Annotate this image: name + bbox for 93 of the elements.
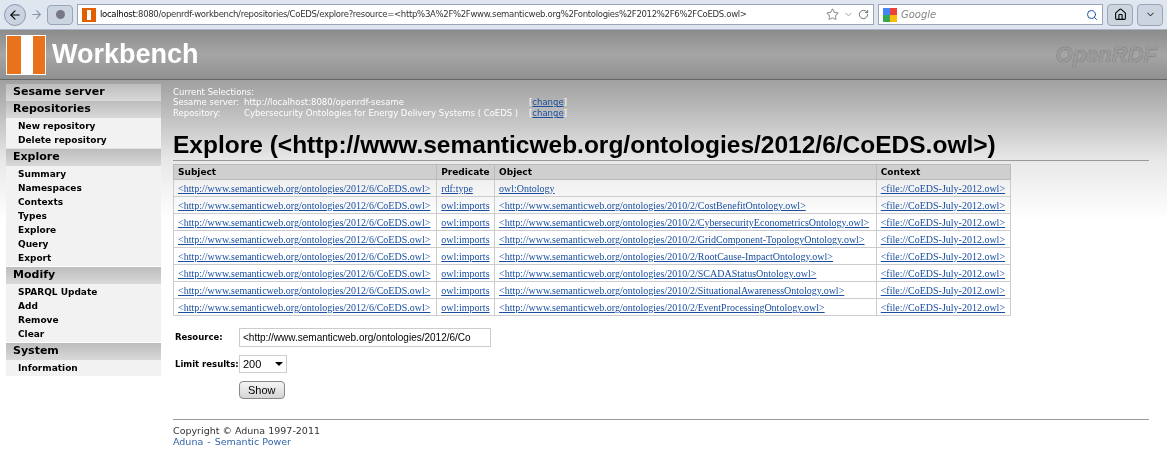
- copyright-text: Copyright © Aduna 1997-2011: [173, 425, 321, 436]
- bookmark-star-icon[interactable]: [826, 8, 839, 21]
- resource-link[interactable]: <http://www.semanticweb.org/ontologies/2012/6/CoEDS.owl>: [178, 251, 431, 262]
- resource-link[interactable]: <file://CoEDS-July-2012.owl>: [880, 200, 1006, 211]
- search-input[interactable]: Google: [901, 7, 1082, 22]
- column-header: Subject: [173, 164, 437, 180]
- bracket-text: ]: [563, 107, 567, 120]
- bracket-text: [: [529, 107, 533, 120]
- resource-link[interactable]: owl:imports: [441, 234, 490, 245]
- resource-link[interactable]: <file://CoEDS-July-2012.owl>: [880, 251, 1006, 262]
- resource-link[interactable]: <http://www.semanticweb.org/ontologies/2010/2/EventProcessingOntology.owl>: [499, 302, 825, 313]
- resource-link[interactable]: <http://www.semanticweb.org/ontologies/2012/6/CoEDS.owl>: [178, 268, 431, 279]
- resource-link[interactable]: <http://www.semanticweb.org/ontologies/2012/6/CoEDS.owl>: [178, 302, 431, 313]
- sidebar-link[interactable]: SPARQL Update: [6, 285, 161, 299]
- column-header: Object: [494, 164, 877, 180]
- resource-link[interactable]: owl:imports: [441, 268, 490, 279]
- logo-icon: [6, 34, 46, 75]
- search-field[interactable]: Google: [878, 4, 1103, 25]
- forward-icon[interactable]: [30, 8, 43, 21]
- resource-link[interactable]: <file://CoEDS-July-2012.owl>: [880, 234, 1006, 245]
- sidebar-section-title: Modify: [6, 267, 161, 284]
- app-title: Workbench: [52, 38, 199, 72]
- sidebar-link[interactable]: Explore: [6, 223, 161, 237]
- sidebar-link[interactable]: Add: [6, 299, 161, 313]
- resource-link[interactable]: <http://www.semanticweb.org/ontologies/2010/2/CostBenefitOntology.owl>: [499, 200, 806, 211]
- resource-link[interactable]: owl:imports: [441, 200, 490, 211]
- search-engine-icon: [883, 7, 897, 22]
- resource-link[interactable]: owl:imports: [441, 302, 490, 313]
- resource-link[interactable]: <file://CoEDS-July-2012.owl>: [880, 268, 1006, 279]
- resource-link[interactable]: owl:imports: [441, 217, 490, 228]
- column-header: Context: [876, 164, 1011, 180]
- sidebar-link[interactable]: Types: [6, 209, 161, 223]
- resource-link[interactable]: owl:imports: [441, 285, 490, 296]
- resource-link[interactable]: <file://CoEDS-July-2012.owl>: [880, 217, 1006, 228]
- sidebar-link[interactable]: New repository: [6, 119, 161, 133]
- sidebar-link[interactable]: Information: [6, 361, 161, 375]
- selection-label: Sesame server:: [173, 96, 241, 109]
- resource-label: Resource:: [174, 331, 224, 344]
- resource-link[interactable]: owl:Ontology: [499, 183, 555, 194]
- dropdown-caret-icon: [275, 362, 283, 366]
- resource-input[interactable]: <http://www.semanticweb.org/ontologies/2012/6/Co: [239, 328, 491, 347]
- sidebar-link[interactable]: Namespaces: [6, 181, 161, 195]
- change-link[interactable]: change: [532, 107, 564, 120]
- sidebar-link[interactable]: Contexts: [6, 195, 161, 209]
- show-button[interactable]: Show: [239, 381, 285, 399]
- selections-heading: Current Selections:: [173, 86, 256, 97]
- address-bar[interactable]: localhost:8080/openrdf-workbench/repositories/CoEDS/explore?resource=<http%3A%2F%2Fwww.semanticweb.org%2Fontologies%2F2012%2F6%2FCoEDS.owl>: [77, 4, 874, 25]
- resource-link[interactable]: <http://www.semanticweb.org/ontologies/2012/6/CoEDS.owl>: [178, 217, 431, 228]
- selection-value: http://localhost:8080/openrdf-sesame: [244, 96, 405, 109]
- back-button[interactable]: [4, 3, 26, 26]
- home-icon: [1113, 8, 1127, 21]
- sidebar-link[interactable]: Summary: [6, 167, 161, 181]
- change-link[interactable]: change: [532, 96, 564, 109]
- resource-link[interactable]: <http://www.semanticweb.org/ontologies/2012/6/CoEDS.owl>: [178, 200, 431, 211]
- bracket-text: ]: [563, 96, 567, 109]
- separator-text: -: [207, 436, 211, 447]
- column-header: Predicate: [436, 164, 495, 180]
- url-text: localhost:8080/openrdf-workbench/repositories/CoEDS/explore?resource=<http%3A%2F%2Fwww.semanticweb.org%2Fontologies%2F2012%2F6%2FCoEDS.owl>: [100, 8, 747, 21]
- resource-link[interactable]: <http://www.semanticweb.org/ontologies/2010/2/GridComponent-TopologyOntology.owl>: [499, 234, 865, 245]
- selection-label: Repository:: [173, 107, 222, 120]
- sidebar-link[interactable]: Export: [6, 251, 161, 265]
- resource-link[interactable]: <file://CoEDS-July-2012.owl>: [880, 183, 1006, 194]
- resource-link[interactable]: <http://www.semanticweb.org/ontologies/2012/6/CoEDS.owl>: [178, 183, 431, 194]
- sidebar-section-title: Repositories: [6, 101, 161, 118]
- resource-link[interactable]: <http://www.semanticweb.org/ontologies/2010/2/SituationalAwarenessOntology.owl>: [499, 285, 845, 296]
- limit-select[interactable]: 200: [239, 355, 287, 373]
- page-title: Explore (<http://www.semanticweb.org/ontologies/2012/6/CoEDS.owl>): [173, 130, 1149, 161]
- site-identity-button[interactable]: [47, 4, 73, 25]
- sidebar-section-title: Explore: [6, 149, 161, 166]
- semantic-power-link[interactable]: Semantic Power: [214, 436, 291, 447]
- site-icon: [82, 7, 96, 22]
- resource-link[interactable]: <http://www.semanticweb.org/ontologies/2012/6/CoEDS.owl>: [178, 285, 431, 296]
- resource-link[interactable]: <http://www.semanticweb.org/ontologies/2010/2/CybersecurityEconometricsOntology.owl>: [499, 217, 870, 228]
- sidebar-section-title: System: [6, 343, 161, 360]
- aduna-link[interactable]: Aduna: [173, 436, 204, 447]
- resource-link[interactable]: <file://CoEDS-July-2012.owl>: [880, 285, 1006, 296]
- limit-label: Limit results:: [174, 357, 239, 371]
- selection-value: Cybersecurity Ontologies for Energy Delivery Systems ( CoEDS ): [244, 107, 520, 120]
- sidebar-link[interactable]: Delete repository: [6, 133, 161, 147]
- resource-link[interactable]: rdf:type: [441, 183, 473, 194]
- sidebar-link[interactable]: Clear: [6, 327, 161, 341]
- search-icon[interactable]: [1086, 8, 1098, 21]
- resource-link[interactable]: <http://www.semanticweb.org/ontologies/2012/6/CoEDS.owl>: [178, 234, 431, 245]
- bracket-text: [: [529, 96, 533, 109]
- sidebar-link[interactable]: Remove: [6, 313, 161, 327]
- home-button[interactable]: [1107, 3, 1133, 26]
- reload-icon[interactable]: [858, 9, 869, 20]
- sidebar-link[interactable]: Query: [6, 237, 161, 251]
- resource-link[interactable]: <http://www.semanticweb.org/ontologies/2010/2/SCADAStatusOntology.owl>: [499, 268, 817, 279]
- sidebar-section-title: Sesame server: [6, 84, 161, 101]
- resource-link[interactable]: <http://www.semanticweb.org/ontologies/2010/2/RootCause-ImpactOntology.owl>: [499, 251, 833, 262]
- resource-link[interactable]: <file://CoEDS-July-2012.owl>: [880, 302, 1006, 313]
- resource-link[interactable]: owl:imports: [441, 251, 490, 262]
